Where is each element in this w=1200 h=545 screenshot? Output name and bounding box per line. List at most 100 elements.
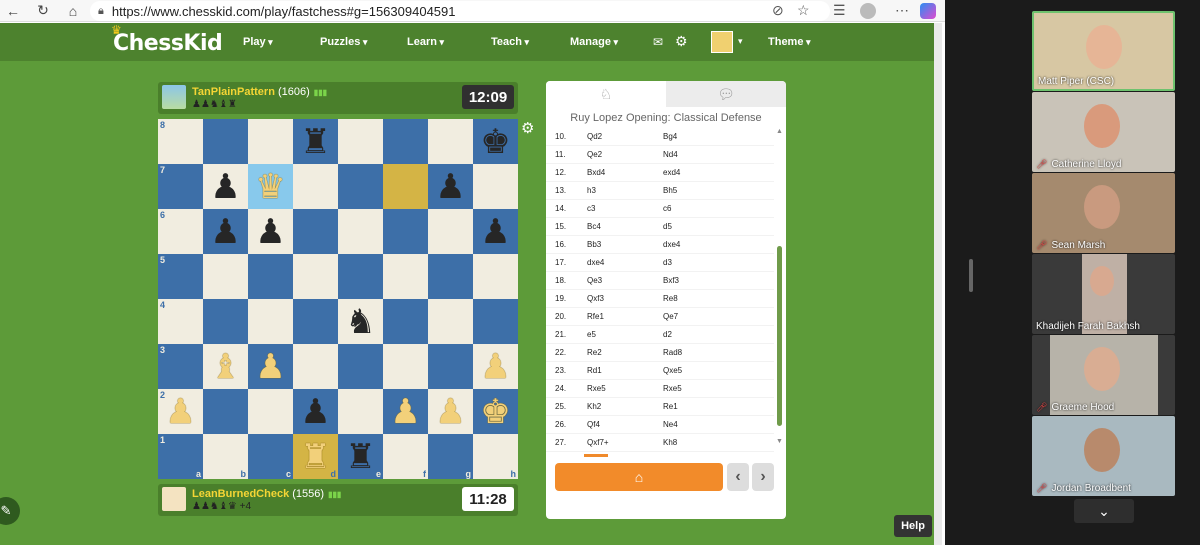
square-b8[interactable] [203, 119, 248, 164]
white-move[interactable]: Re2 [587, 348, 663, 357]
square-c3[interactable]: ♟ [248, 344, 293, 389]
black-move[interactable]: Rxe5 [663, 384, 733, 393]
help-button[interactable]: Help [894, 515, 932, 537]
square-a8[interactable]: 8 [158, 119, 203, 164]
black-rook-icon[interactable]: ♜ [345, 440, 375, 474]
square-d1[interactable]: d ♜ [293, 434, 338, 479]
moves-list[interactable]: 10. Qd2 Bg4 11. Qe2 Nd4 12. Bxd4 exd4 13. h3 Bh5 14.… [546, 128, 774, 454]
move-row[interactable]: 23. Rd1 Qxe5 [546, 362, 774, 380]
white-king-icon[interactable]: ♚ [480, 395, 510, 429]
square-b7[interactable]: ♟ [203, 164, 248, 209]
white-bishop-icon[interactable]: ♝ [210, 350, 240, 384]
menu-puzzles[interactable]: Puzzles [320, 36, 367, 48]
square-c1[interactable]: c [248, 434, 293, 479]
chess-board[interactable]: 8 ♜ ♚ 7 ♟ ♛ ♟ 6 ♟ ♟ ♟ 5 4 ♞ 3 ♝ ♟ ♟ 2 ♟ ♟ ♟ ♟ ♚ 1 a b c d ♜ e ♜ f g h [158, 119, 518, 479]
square-g2[interactable]: ♟ [428, 389, 473, 434]
lock-icon[interactable]: 🔒︎ [98, 5, 104, 18]
eye-off-icon[interactable]: ⊘ [772, 2, 784, 19]
white-pawn-icon[interactable]: ♟ [390, 395, 420, 429]
top-player-name[interactable]: TanPlainPattern [192, 86, 275, 98]
white-pawn-icon[interactable]: ♟ [480, 350, 510, 384]
black-pawn-icon[interactable]: ♟ [255, 215, 285, 249]
square-e7[interactable] [338, 164, 383, 209]
pencil-icon[interactable]: ✎ [0, 497, 20, 525]
white-move[interactable]: Kh2 [587, 402, 663, 411]
move-row[interactable]: 20. Rfe1 Qe7 [546, 308, 774, 326]
participant-tile[interactable]: 🎤︎ Catherine Lloyd [1032, 92, 1175, 172]
square-g5[interactable] [428, 254, 473, 299]
scroll-up-icon[interactable]: ▲ [776, 128, 783, 135]
square-f3[interactable] [383, 344, 428, 389]
black-move[interactable]: d5 [663, 222, 733, 231]
black-move[interactable]: d3 [663, 258, 733, 267]
white-move[interactable]: dxe4 [587, 258, 663, 267]
square-e5[interactable] [338, 254, 383, 299]
menu-manage[interactable]: Manage [570, 36, 618, 48]
square-a1[interactable]: 1a [158, 434, 203, 479]
move-row[interactable]: 14. c3 c6 [546, 200, 774, 218]
white-move[interactable]: Qxf3 [587, 294, 663, 303]
square-a2[interactable]: 2 ♟ [158, 389, 203, 434]
scroll-down-icon[interactable]: ▼ [776, 438, 783, 445]
square-d5[interactable] [293, 254, 338, 299]
move-row[interactable]: 21. e5 d2 [546, 326, 774, 344]
move-row[interactable]: 12. Bxd4 exd4 [546, 164, 774, 182]
star-icon[interactable]: ☆ [797, 2, 810, 19]
white-move[interactable]: Qd2 [587, 132, 663, 141]
square-f6[interactable] [383, 209, 428, 254]
next-move-button[interactable]: › [752, 463, 774, 491]
square-c7[interactable]: ♛ [248, 164, 293, 209]
black-rook-icon[interactable]: ♜ [300, 125, 330, 159]
home-icon[interactable]: ⌂ [62, 0, 84, 22]
square-c5[interactable] [248, 254, 293, 299]
move-row[interactable]: 27. Qxf7+ Kh8 [546, 434, 774, 452]
participant-tile[interactable]: 🎤︎ Jordan Broadbent [1032, 416, 1175, 496]
square-g4[interactable] [428, 299, 473, 344]
white-pawn-icon[interactable]: ♟ [165, 395, 195, 429]
square-h6[interactable]: ♟ [473, 209, 518, 254]
square-g1[interactable]: g [428, 434, 473, 479]
square-f2[interactable]: ♟ [383, 389, 428, 434]
chesskid-logo[interactable]: ♛ ChessKid [111, 23, 223, 56]
white-rook-icon[interactable]: ♜ [300, 440, 330, 474]
black-pawn-icon[interactable]: ♟ [435, 170, 465, 204]
move-row[interactable]: 18. Qe3 Bxf3 [546, 272, 774, 290]
move-row[interactable]: 26. Qf4 Ne4 [546, 416, 774, 434]
white-move[interactable]: h3 [587, 186, 663, 195]
menu-learn[interactable]: Learn [407, 36, 444, 48]
square-d8[interactable]: ♜ [293, 119, 338, 164]
square-f8[interactable] [383, 119, 428, 164]
black-move[interactable]: Bh5 [663, 186, 733, 195]
square-d2[interactable]: ♟ [293, 389, 338, 434]
black-move[interactable]: Ne4 [663, 420, 733, 429]
white-move[interactable]: c3 [587, 204, 663, 213]
scroll-thumb[interactable] [777, 246, 782, 426]
square-b5[interactable] [203, 254, 248, 299]
black-pawn-icon[interactable]: ♟ [210, 215, 240, 249]
more-icon[interactable]: ⋯ [895, 2, 909, 19]
black-pawn-icon[interactable]: ♟ [480, 215, 510, 249]
black-move[interactable]: Qe7 [663, 312, 733, 321]
square-b2[interactable] [203, 389, 248, 434]
square-h7[interactable] [473, 164, 518, 209]
square-c4[interactable] [248, 299, 293, 344]
square-a4[interactable]: 4 [158, 299, 203, 344]
black-move[interactable]: Qxe5 [663, 366, 733, 375]
white-queen-icon[interactable]: ♛ [255, 170, 285, 204]
move-row[interactable]: 17. dxe4 d3 [546, 254, 774, 272]
black-move[interactable]: Re1 [663, 402, 733, 411]
black-move[interactable]: Re8 [663, 294, 733, 303]
home-button[interactable]: ⌂ [555, 463, 723, 491]
square-e1[interactable]: e ♜ [338, 434, 383, 479]
square-c2[interactable] [248, 389, 293, 434]
black-move[interactable]: d2 [663, 330, 733, 339]
black-knight-icon[interactable]: ♞ [345, 305, 375, 339]
square-h3[interactable]: ♟ [473, 344, 518, 389]
square-g6[interactable] [428, 209, 473, 254]
square-f7[interactable] [383, 164, 428, 209]
square-f4[interactable] [383, 299, 428, 344]
square-b3[interactable]: ♝ [203, 344, 248, 389]
white-move[interactable]: Qxf7+ [587, 438, 663, 447]
square-d6[interactable] [293, 209, 338, 254]
previous-move-button[interactable]: ‹ [727, 463, 749, 491]
